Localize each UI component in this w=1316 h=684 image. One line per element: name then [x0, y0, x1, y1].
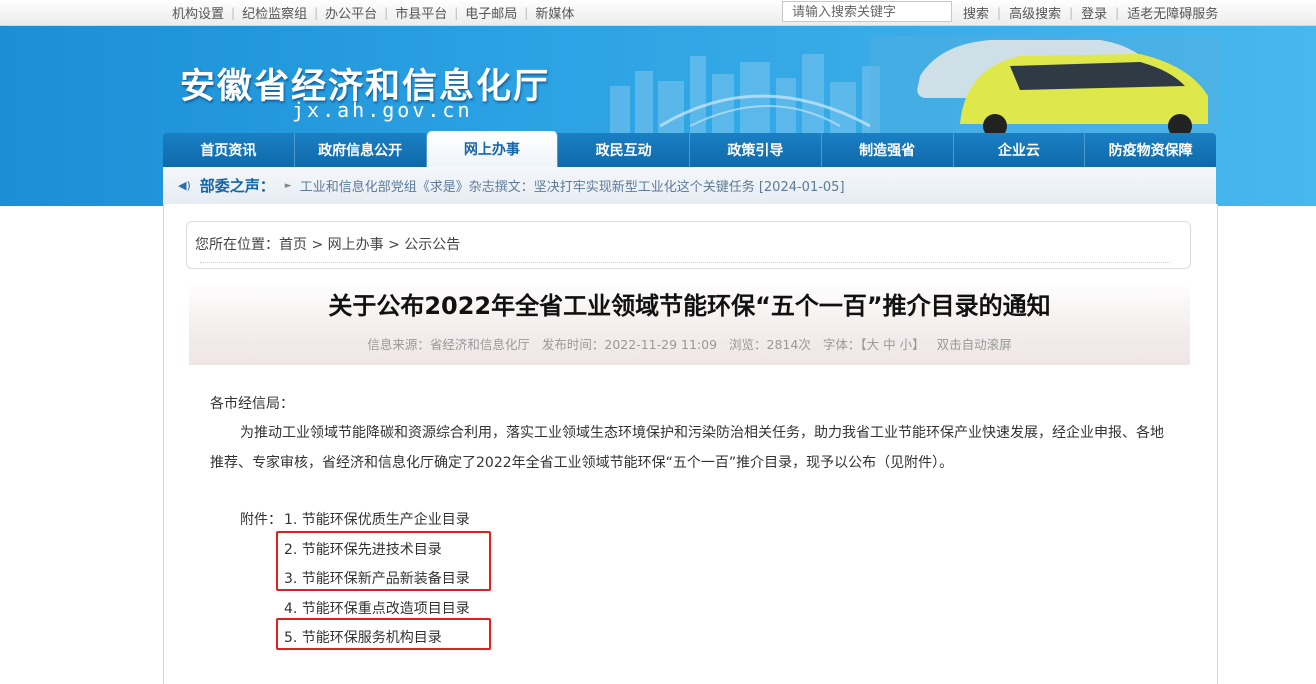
autoscroll-toggle[interactable]: 双击自动滚屏: [937, 337, 1012, 352]
arrow-right-icon: ►: [284, 180, 292, 191]
news-ticker: ◀) 部委之声： ► 工业和信息化部党组《求是》杂志撰文：坚决打牢实现新型工业化…: [163, 167, 1216, 204]
top-bar: 机构设置 | 纪检监察组 | 办公平台 | 市县平台 | 电子邮局 | 新媒体 请输入搜索…: [0, 0, 1316, 26]
top-link-media[interactable]: 新媒体: [528, 3, 581, 22]
top-right-links: 搜索 | 高级搜索 | 登录 | 适老无障碍服务: [955, 0, 1226, 25]
breadcrumb-announcements[interactable]: 公示公告: [404, 237, 460, 253]
nav-item-enterprise-cloud[interactable]: 企业云: [954, 133, 1086, 167]
highlight-box-attachment-5: [276, 618, 491, 650]
speaker-icon: ◀): [178, 179, 191, 192]
attachment-link-4[interactable]: 4. 节能环保重点改造项目目录: [284, 598, 470, 618]
breadcrumb-separator: >: [311, 237, 324, 253]
top-link-org[interactable]: 机构设置: [165, 3, 231, 22]
meta-font-label: 字体：【: [822, 337, 867, 352]
top-links: 机构设置 | 纪检监察组 | 办公平台 | 市县平台 | 电子邮局 | 新媒体: [165, 0, 581, 25]
nav-item-policy[interactable]: 政策引导: [690, 133, 822, 167]
accessibility-link[interactable]: 适老无障碍服务: [1119, 3, 1226, 22]
nav-item-online-services[interactable]: 网上办事: [426, 131, 559, 167]
meta-source: 信息来源：省经济和信息化厅: [367, 337, 530, 352]
highlight-box-attachments-2-3: [276, 531, 491, 591]
font-size-small[interactable]: 小: [900, 337, 913, 352]
article-paragraph: 为推动工业领域节能降碳和资源综合利用，落实工业领域生态环境保护和污染防治相关任务…: [210, 425, 1164, 471]
top-link-mail[interactable]: 电子邮局: [458, 3, 524, 22]
font-size-medium[interactable]: 中: [883, 337, 896, 352]
article-title: 关于公布2022年全省工业领域节能环保“五个一百”推介目录的通知: [328, 292, 1051, 320]
nav-item-interaction[interactable]: 政民互动: [558, 133, 690, 167]
top-link-office[interactable]: 办公平台: [318, 3, 384, 22]
site-domain: jx.ah.gov.cn: [292, 98, 473, 122]
meta-time: 发布时间：2022-11-29 11:09: [541, 337, 718, 352]
nav-item-epidemic-supplies[interactable]: 防疫物资保障: [1085, 133, 1216, 167]
banner-cityscape-image: [610, 36, 1220, 134]
ticker-link[interactable]: 工业和信息化部党组《求是》杂志撰文：坚决打牢实现新型工业化这个关键任务 [202…: [300, 176, 845, 195]
breadcrumb: 您所在位置：首页 > 网上办事 > 公示公告: [195, 234, 460, 254]
search-button[interactable]: 搜索: [955, 3, 997, 22]
login-link[interactable]: 登录: [1073, 3, 1115, 22]
attachment-link-1[interactable]: 1. 节能环保优质生产企业目录: [284, 509, 470, 529]
salutation: 各市经信局：: [210, 396, 294, 412]
meta-views: 浏览：2814次: [729, 337, 811, 352]
article-meta: 信息来源：省经济和信息化厅 发布时间：2022-11-29 11:09 浏览：2…: [189, 334, 1190, 353]
search-input[interactable]: 请输入搜索关键字: [782, 1, 952, 22]
breadcrumb-prefix: 您所在位置：: [195, 237, 279, 253]
nav-item-gov-info[interactable]: 政府信息公开: [295, 133, 427, 167]
nav-item-home[interactable]: 首页资讯: [163, 133, 295, 167]
advanced-search-link[interactable]: 高级搜索: [1001, 3, 1069, 22]
ticker-label: 部委之声：: [199, 177, 275, 195]
nav-item-manufacturing[interactable]: 制造强省: [822, 133, 954, 167]
breadcrumb-home[interactable]: 首页: [279, 237, 307, 253]
font-size-large[interactable]: 大: [867, 337, 880, 352]
top-link-discipline[interactable]: 纪检监察组: [235, 3, 314, 22]
top-link-city[interactable]: 市县平台: [388, 3, 454, 22]
dotted-divider: [200, 262, 1170, 263]
breadcrumb-separator: >: [388, 237, 400, 253]
attachment-label: 附件：: [240, 512, 282, 528]
main-nav: 首页资讯 政府信息公开 网上办事 政民互动 政策引导 制造强省 企业云 防疫物资…: [163, 131, 1216, 167]
meta-font-close: 】: [912, 337, 925, 352]
breadcrumb-online-services[interactable]: 网上办事: [328, 237, 384, 253]
